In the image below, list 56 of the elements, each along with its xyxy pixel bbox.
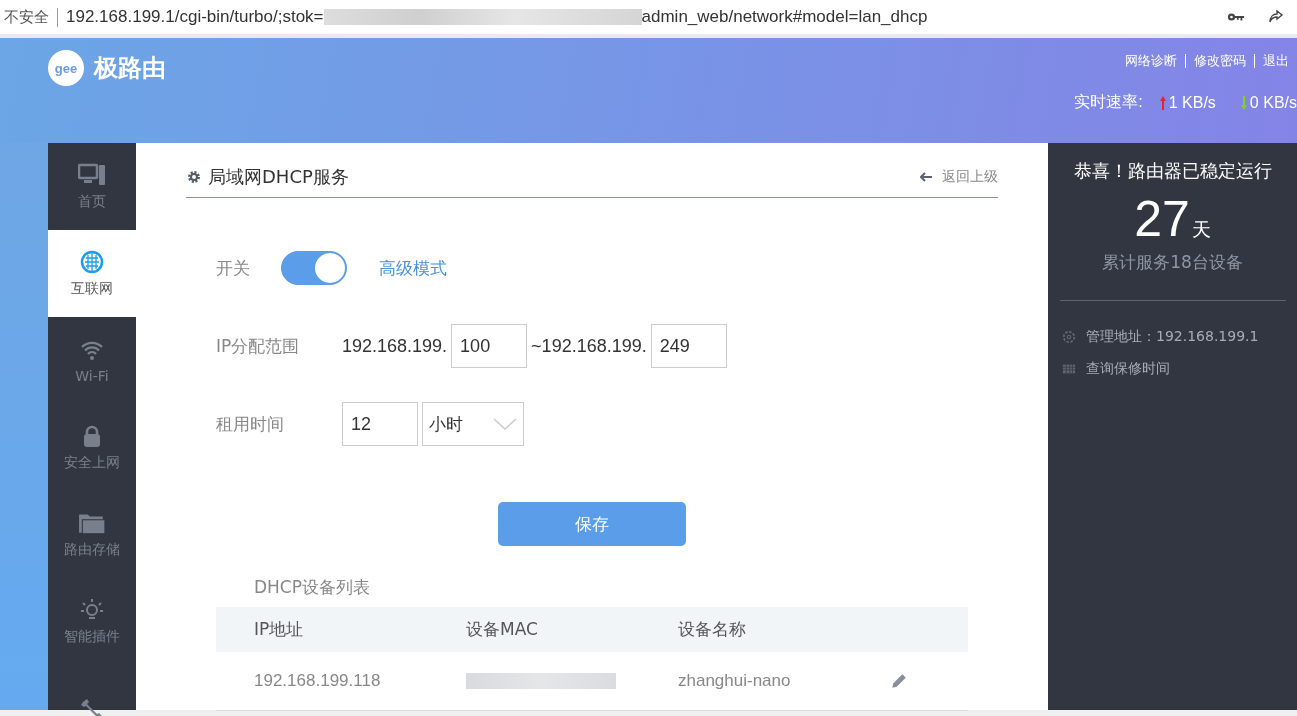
brand-name: 极路由 [94,53,166,84]
ip-prefix: ~192.168.199. [531,335,647,357]
settings-icon [186,169,202,185]
upload-speed: 1 KB/s [1168,93,1216,112]
toggle-switch[interactable] [281,251,347,285]
uptime-days: 27 [1134,189,1190,249]
status-title: 恭喜！路由器已稳定运行 [1073,159,1272,183]
download-speed: 0 KB/s [1249,93,1297,112]
unit-dropdown[interactable]: 小时 [422,402,524,446]
computer-icon [78,162,106,187]
download-arrow-icon [1239,94,1248,111]
field-label: 开关 [216,256,251,280]
column-header: IP地址 [254,618,305,641]
chevron-down-icon [493,418,517,430]
input-field[interactable]: 12 [342,402,418,446]
sidebar-item[interactable]: 首页 [48,143,136,230]
table-cell-text: 192.168.199.118 [254,671,382,691]
field-label: 租用时间 [216,412,285,436]
header-link[interactable]: 退出 [1255,52,1297,70]
bulb-icon [78,597,106,622]
url-text: 192.168.199.1/cgi-bin/turbo/;stok= [66,7,324,27]
address-bar[interactable]: 不安全 192.168.199.1/cgi-bin/turbo/;stok= admin_web/network#model=lan_dhcp [0,0,1297,38]
sidebar-item[interactable]: 智能插件 [48,578,136,665]
logo-badge: gee [48,50,84,86]
speed-label: 实时速率: [1074,92,1143,112]
input-field[interactable]: 249 [650,324,727,368]
table-title: DHCP设备列表 [253,576,371,599]
input-field[interactable]: 100 [451,324,528,368]
panel-title: 局域网DHCP服务 [208,165,349,189]
globe-icon [78,249,106,274]
back-link[interactable]: 返回上级 [920,168,998,186]
share-icon[interactable] [1267,9,1285,25]
calendar-icon [1062,362,1076,376]
arrow-left-icon [920,172,932,182]
settings-icon [1062,330,1076,344]
field-label: IP分配范围 [216,334,301,358]
sidebar-item[interactable]: 互联网 [48,230,136,317]
header-link[interactable]: 网络诊断 [1117,52,1185,70]
url-text: admin_web/network#model=lan_dhcp [641,7,928,27]
ip-prefix: 192.168.199. [342,335,448,357]
device-count: 累计服务18台设备 [1102,251,1243,274]
pencil-icon[interactable] [890,672,908,690]
sidebar-item[interactable]: 路由存储 [48,491,136,578]
advanced-mode-link[interactable]: 高级模式 [379,256,447,280]
upload-arrow-icon [1158,94,1167,111]
admin-address: 管理地址：192.168.199.1 [1086,328,1259,346]
warranty-link[interactable]: 查询保修时间 [1086,360,1170,378]
save-button[interactable]: 保存 [498,502,686,546]
table-cell-text: zhanghui-nano [678,671,792,691]
sidebar-item[interactable]: Wi-Fi [48,317,136,404]
column-header: 设备MAC [466,618,539,641]
column-header: 设备名称 [678,618,747,641]
header-link[interactable]: 修改密码 [1186,52,1254,70]
security-label: 不安全 [4,7,58,27]
sidebar-item[interactable]: 安全上网 [48,404,136,491]
days-unit: 天 [1191,217,1211,242]
